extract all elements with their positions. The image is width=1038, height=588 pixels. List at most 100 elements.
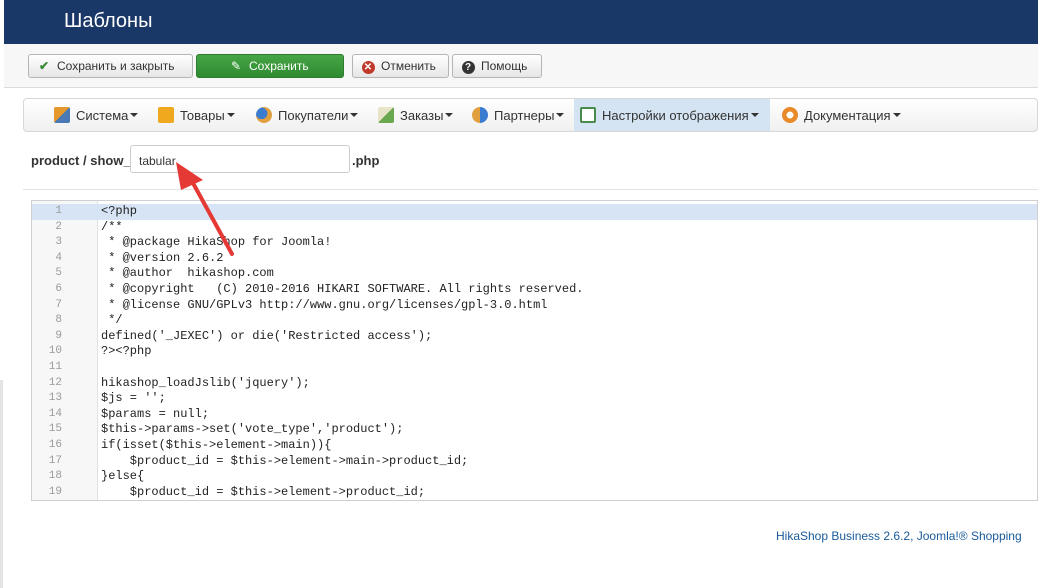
menu-item-products[interactable]: Товары bbox=[152, 99, 241, 131]
code-text: * @copyright (C) 2010-2016 HIKARI SOFTWA… bbox=[101, 282, 584, 296]
save-close-label: Сохранить и закрыть bbox=[57, 59, 175, 73]
code-line[interactable]: 19 $product_id = $this->element->product… bbox=[32, 484, 1037, 500]
code-text: $js = ''; bbox=[101, 391, 166, 406]
line-number: 9 bbox=[55, 329, 62, 342]
line-number: 14 bbox=[48, 407, 62, 420]
code-text: $this->params->set('vote_type','product'… bbox=[101, 422, 404, 437]
line-number: 13 bbox=[48, 392, 62, 405]
code-text: * @package HikaShop for Joomla! bbox=[101, 235, 332, 250]
code-line[interactable]: 14 $params = null; bbox=[32, 407, 1037, 423]
menu-item-docs[interactable]: Документация bbox=[776, 99, 907, 131]
menu-item-customers[interactable]: Покупатели bbox=[250, 99, 364, 131]
code-text: $product_id = $this->element->product_id… bbox=[101, 484, 426, 499]
code-line[interactable]: 5 * @author hikashop.com bbox=[32, 266, 1037, 282]
line-number: 3 bbox=[55, 236, 62, 249]
cancel-icon: ✕ bbox=[361, 60, 375, 74]
line-number: 19 bbox=[48, 485, 62, 498]
box-icon bbox=[158, 107, 174, 123]
help-label: Помощь bbox=[481, 59, 528, 73]
code-line[interactable]: 1 <?php bbox=[32, 204, 1037, 220]
line-number: 17 bbox=[48, 454, 62, 467]
page-header: Шаблоны bbox=[4, 0, 1038, 44]
chevron-down-icon bbox=[556, 113, 565, 117]
code-text: $product_id = $this->element->main->prod… bbox=[101, 453, 469, 468]
docs-icon bbox=[782, 107, 798, 123]
line-number: 1 bbox=[55, 205, 62, 217]
code-line[interactable]: 7 * @license GNU/GPLv3 http://www.gnu.or… bbox=[32, 298, 1037, 314]
code-text: defined('_JEXEC') or die('Restricted acc… bbox=[101, 328, 433, 343]
menu-item-system[interactable]: Система bbox=[48, 99, 144, 131]
line-number: 15 bbox=[48, 423, 62, 436]
wrench-icon bbox=[54, 107, 70, 123]
left-border bbox=[0, 380, 3, 588]
line-number: 2 bbox=[55, 220, 62, 233]
code-line[interactable]: 17 $product_id = $this->element->main->p… bbox=[32, 454, 1037, 470]
line-number: 7 bbox=[55, 298, 62, 311]
line-number: 10 bbox=[48, 345, 62, 358]
chevron-down-icon bbox=[892, 113, 901, 117]
code-text: * @license GNU/GPLv3 http://www.gnu.org/… bbox=[101, 297, 548, 312]
code-text: /** bbox=[101, 219, 123, 234]
code-line[interactable]: 13 $js = ''; bbox=[32, 391, 1037, 407]
code-text: * @version 2.6.2 bbox=[101, 250, 224, 265]
chevron-down-icon bbox=[130, 113, 139, 117]
code-line[interactable]: 9 defined('_JEXEC') or die('Restricted ac… bbox=[32, 329, 1037, 345]
code-line[interactable]: 6 * @copyright (C) 2010-2016 HIKARI SOFT… bbox=[32, 282, 1037, 298]
cancel-label: Отменить bbox=[381, 59, 436, 73]
code-text: ?><?php bbox=[101, 344, 152, 359]
page-title: Шаблоны bbox=[64, 10, 153, 32]
check-icon: ✔ bbox=[38, 59, 50, 73]
help-button[interactable]: ? Помощь bbox=[452, 54, 542, 78]
code-editor[interactable]: 1 <?php 2/** 3 * @package HikaShop for Joom… bbox=[31, 200, 1038, 501]
chevron-down-icon bbox=[750, 113, 759, 117]
code-text: if(isset($this->element->main)){ bbox=[101, 438, 332, 452]
chevron-down-icon bbox=[445, 113, 454, 117]
code-text: * @author hikashop.com bbox=[101, 266, 274, 281]
menu-item-partners[interactable]: Партнеры bbox=[466, 99, 570, 131]
code-text: <?php bbox=[101, 204, 138, 218]
code-text: hikashop_loadJslib('jquery'); bbox=[101, 375, 310, 390]
save-label: Сохранить bbox=[249, 59, 309, 73]
line-number: 4 bbox=[55, 251, 62, 264]
code-text: }else{ bbox=[101, 469, 145, 484]
chevron-down-icon bbox=[350, 113, 359, 117]
code-text: $params = null; bbox=[101, 406, 210, 421]
line-number: 5 bbox=[55, 267, 62, 280]
template-name-input[interactable] bbox=[130, 145, 350, 173]
line-number: 16 bbox=[48, 439, 62, 451]
code-line[interactable]: 12 hikashop_loadJslib('jquery'); bbox=[32, 376, 1037, 392]
main-menu: Система Товары Покупатели Заказы Партнер… bbox=[23, 98, 1038, 132]
divider bbox=[23, 189, 1038, 190]
menu-item-orders[interactable]: Заказы bbox=[372, 99, 459, 131]
display-icon bbox=[580, 107, 596, 123]
code-line[interactable]: 8 */ bbox=[32, 313, 1037, 329]
partner-icon bbox=[472, 107, 488, 123]
code-line[interactable]: 2 /** bbox=[32, 220, 1037, 236]
chevron-down-icon bbox=[226, 113, 235, 117]
menu-item-display-settings[interactable]: Настройки отображения bbox=[574, 99, 770, 131]
users-icon bbox=[256, 107, 272, 123]
help-icon: ? bbox=[461, 60, 475, 74]
edit-icon: ✎ bbox=[230, 59, 242, 73]
line-number: 12 bbox=[48, 376, 62, 389]
save-button[interactable]: ✎ Сохранить bbox=[196, 54, 344, 78]
footer-text: HikaShop Business 2.6.2, Joomla!® Shoppi… bbox=[776, 529, 1022, 543]
line-number: 11 bbox=[48, 361, 62, 373]
line-number: 6 bbox=[55, 283, 62, 295]
code-line[interactable]: 10 ?><?php bbox=[32, 344, 1037, 360]
code-text: */ bbox=[101, 313, 123, 328]
save-close-button[interactable]: ✔ Сохранить и закрыть bbox=[28, 54, 193, 78]
code-line[interactable]: 4 * @version 2.6.2 bbox=[32, 251, 1037, 267]
cancel-button[interactable]: ✕ Отменить bbox=[352, 54, 449, 78]
code-line[interactable]: 3 * @package HikaShop for Joomla! bbox=[32, 235, 1037, 251]
orders-icon bbox=[378, 107, 394, 123]
code-line[interactable]: 11 bbox=[32, 360, 1037, 376]
file-prefix: product / show_ bbox=[31, 152, 131, 168]
file-suffix: .php bbox=[352, 152, 380, 168]
line-number: 18 bbox=[48, 470, 62, 483]
code-line[interactable]: 16 if(isset($this->element->main)){ bbox=[32, 438, 1037, 454]
code-line[interactable]: 15 $this->params->set('vote_type','produc… bbox=[32, 422, 1037, 438]
code-line[interactable]: 18 }else{ bbox=[32, 469, 1037, 485]
action-toolbar: ✔ Сохранить и закрыть ✎ Сохранить ✕ Отме… bbox=[4, 44, 1038, 88]
line-number: 8 bbox=[55, 314, 62, 327]
